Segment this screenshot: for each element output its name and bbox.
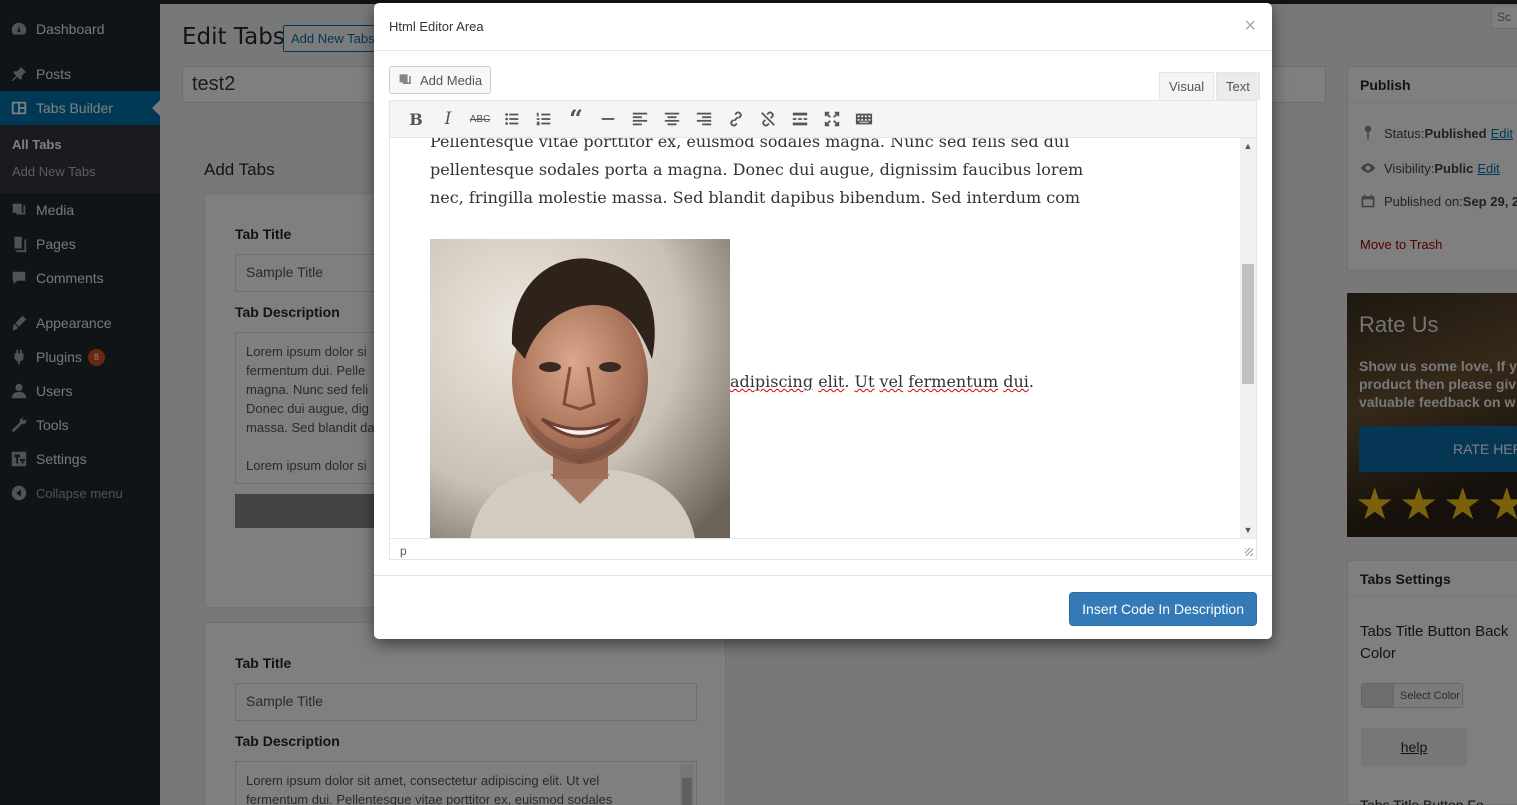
numbered-list-icon[interactable] <box>528 105 560 133</box>
caption-space: . <box>844 372 855 391</box>
link-icon[interactable] <box>720 105 752 133</box>
editor-content[interactable]: Pellentesque vitae porttitor ex, euismod… <box>390 138 1240 538</box>
element-path[interactable]: p <box>400 544 407 558</box>
content-line: pellentesque sodales porta a magna. Done… <box>430 160 1084 179</box>
italic-icon[interactable]: I <box>432 105 464 133</box>
scroll-down-icon[interactable]: ▼ <box>1243 525 1253 535</box>
media-icon <box>399 74 411 84</box>
editor-paragraph: Pellentesque vitae porttitor ex, euismod… <box>430 138 1090 212</box>
content-line: nec, fringilla molestie massa. Sed bland… <box>430 188 1081 207</box>
read-more-icon[interactable] <box>784 105 816 133</box>
scrollbar-thumb[interactable] <box>1242 264 1254 384</box>
horizontal-rule-icon[interactable] <box>592 105 624 133</box>
unlink-icon[interactable] <box>752 105 784 133</box>
resize-handle-icon[interactable] <box>1245 548 1253 556</box>
add-media-button[interactable]: Add Media <box>389 66 492 94</box>
bold-icon[interactable]: B <box>400 105 432 133</box>
blockquote-icon[interactable]: “ <box>560 105 592 133</box>
content-line: Pellentesque vitae porttitor ex, euismod… <box>430 138 1070 151</box>
modal-footer: Insert Code In Description <box>374 575 1272 639</box>
editor-toolbar: B I ABC “ <box>390 101 1256 138</box>
bullet-list-icon[interactable] <box>496 105 528 133</box>
scroll-up-icon[interactable]: ▲ <box>1243 141 1253 151</box>
caption-word: Ut <box>854 372 875 391</box>
wysiwyg-editor: B I ABC “ Pellentesque vitae porttitor e… <box>389 100 1257 560</box>
tab-text[interactable]: Text <box>1216 72 1260 100</box>
fullscreen-icon[interactable] <box>816 105 848 133</box>
portrait-image[interactable] <box>430 239 730 538</box>
align-left-icon[interactable] <box>624 105 656 133</box>
caption-word: vel <box>879 372 904 391</box>
caption-punct: . <box>1028 372 1034 391</box>
caption-word: fermentum <box>908 372 999 391</box>
modal-title: Html Editor Area <box>374 3 1272 51</box>
close-icon[interactable]: × <box>1244 16 1256 36</box>
editor-statusbar: p <box>390 538 1256 559</box>
caption-word: dui <box>1003 372 1029 391</box>
caption-word: elit <box>818 372 845 391</box>
tab-visual[interactable]: Visual <box>1159 72 1215 100</box>
strikethrough-icon[interactable]: ABC <box>464 105 496 133</box>
align-center-icon[interactable] <box>656 105 688 133</box>
align-right-icon[interactable] <box>688 105 720 133</box>
insert-code-button[interactable]: Insert Code In Description <box>1069 592 1257 626</box>
caption-word: adipiscing <box>730 372 814 391</box>
image-caption-text: adipiscing elit. Ut vel fermentum dui. <box>730 372 1034 391</box>
toolbar-toggle-icon[interactable] <box>848 105 880 133</box>
editor-scrollbar[interactable]: ▲ ▼ <box>1240 138 1256 538</box>
add-media-label: Add Media <box>420 72 483 88</box>
html-editor-modal: Html Editor Area × Add Media Visual Text… <box>374 3 1272 639</box>
